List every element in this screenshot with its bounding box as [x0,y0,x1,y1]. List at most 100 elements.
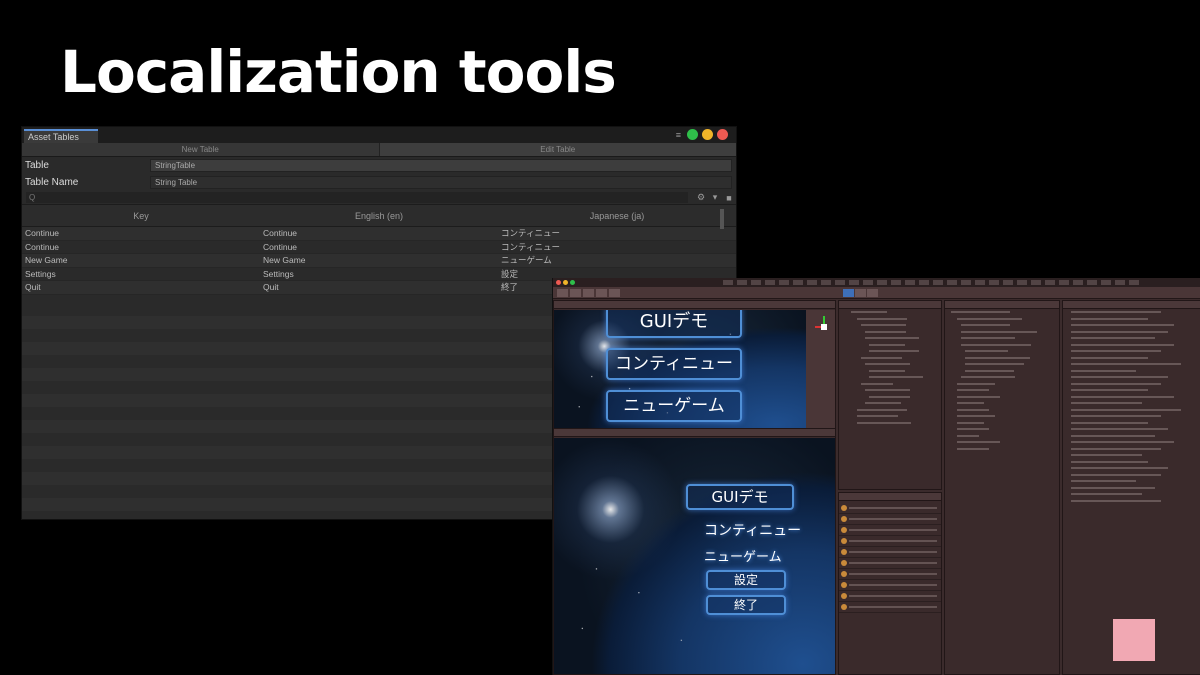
cell-key[interactable]: Quit [22,282,260,292]
warning-icon [841,560,847,566]
hierarchy-header [839,301,941,309]
scene-view-panel: GUIデモ コンティニュー ニューゲーム [553,300,836,430]
slide-title: Localization tools [60,38,617,106]
settings-icon[interactable]: ⚙ [694,192,708,203]
minimize-button[interactable] [563,280,568,285]
asset-tables-toolbar: New Table Edit Table [22,143,736,157]
cell-key[interactable]: Continue [22,228,260,238]
step-button[interactable] [867,289,878,297]
move-tool-button[interactable] [570,289,581,297]
warning-icon [841,593,847,599]
table-label: Table [25,160,49,171]
table-name-input[interactable]: String Table [150,176,732,189]
console-log-list[interactable] [839,503,941,613]
new-game-button[interactable]: ニューゲーム [704,546,782,565]
scrollbar[interactable] [720,209,724,229]
search-input[interactable]: Q [26,192,688,203]
cell-japanese[interactable]: コンティニュー [498,241,736,253]
settings-button[interactable]: 設定 [706,570,786,590]
cell-english[interactable]: Continue [260,228,498,238]
table-dropdown[interactable]: StringTable [150,159,732,172]
close-button[interactable] [717,129,728,140]
warning-icon [841,516,847,522]
column-header-english[interactable]: English (en) [260,211,498,221]
continue-button[interactable]: コンティニュー [704,520,801,540]
scene-gizmo-area [806,310,835,429]
gui-demo-label: GUIデモ [606,310,742,338]
zoom-button[interactable] [687,129,698,140]
console-log-row[interactable] [839,558,941,569]
warning-icon [841,527,847,533]
table-row[interactable]: Continue Continue コンティニュー [22,241,736,254]
cell-key[interactable]: Continue [22,242,260,252]
zoom-button[interactable] [570,280,575,285]
console-log-row[interactable] [839,602,941,613]
table-row[interactable]: Continue Continue コンティニュー [22,227,736,241]
cell-english[interactable]: Settings [260,269,498,279]
project-panel [944,300,1060,675]
new-table-tab[interactable]: New Table [22,143,379,156]
project-header [945,301,1059,309]
table-name-label: Table Name [25,177,79,188]
console-log-row[interactable] [839,503,941,514]
cell-key[interactable]: Settings [22,269,260,279]
game-viewport[interactable]: GUIデモ コンティニュー ニューゲーム 設定 終了 [554,438,835,674]
scene-view-header [554,301,835,309]
cell-english[interactable]: New Game [260,255,498,265]
console-log-row[interactable] [839,569,941,580]
warning-icon [841,571,847,577]
console-log-row[interactable] [839,536,941,547]
color-swatch [1113,619,1155,661]
hierarchy-panel [838,300,942,490]
search-bar: Q ⚙ ▾ ■ [22,191,736,205]
console-log-row[interactable] [839,580,941,591]
cell-japanese[interactable]: ニューゲーム [498,254,736,266]
lock-icon[interactable]: ■ [722,193,736,203]
rotate-tool-button[interactable] [583,289,594,297]
table-row[interactable]: New Game New Game ニューゲーム [22,254,736,268]
console-log-row[interactable] [839,525,941,536]
cell-japanese[interactable]: コンティニュー [498,227,736,239]
cell-english[interactable]: Quit [260,282,498,292]
column-header-key[interactable]: Key [22,211,260,221]
menu-icon[interactable]: ≡ [676,130,681,140]
play-button[interactable] [843,289,854,297]
cell-english[interactable]: Continue [260,242,498,252]
minimize-button[interactable] [702,129,713,140]
console-log-row[interactable] [839,514,941,525]
rect-tool-button[interactable] [609,289,620,297]
scale-tool-button[interactable] [596,289,607,297]
starfield [554,438,835,674]
warning-icon [841,538,847,544]
hierarchy-tree[interactable] [839,311,941,489]
scene-gizmo-icon[interactable] [815,314,833,354]
warning-icon [841,505,847,511]
editor-toolbar [553,287,1200,299]
edit-table-tab[interactable]: Edit Table [378,143,736,156]
column-header-japanese[interactable]: Japanese (ja) [498,211,736,221]
editor-titlebar [553,278,1200,287]
play-controls [843,289,878,297]
unity-editor-window: GUIデモ コンティニュー ニューゲーム GUIデモ コンティニュー ニューゲー… [552,278,1200,675]
console-panel [838,492,942,675]
console-log-row[interactable] [839,547,941,558]
editor-window-title [723,280,1140,285]
project-tree[interactable] [945,311,1059,674]
game-view-panel: GUIデモ コンティニュー ニューゲーム 設定 終了 [553,428,836,675]
dropdown-icon[interactable]: ▾ [708,192,722,203]
pause-button[interactable] [855,289,866,297]
hand-tool-button[interactable] [557,289,568,297]
game-view-header [554,429,835,437]
close-button[interactable] [556,280,561,285]
tab-asset-tables[interactable]: Asset Tables [24,129,98,143]
scene-viewport[interactable]: GUIデモ コンティニュー ニューゲーム [554,310,806,429]
window-controls [556,280,575,285]
cell-key[interactable]: New Game [22,255,260,265]
console-log-row[interactable] [839,591,941,602]
quit-button[interactable]: 終了 [706,595,786,615]
table-name-field: Table Name String Table [22,174,736,191]
continue-button[interactable]: コンティニュー [606,348,742,380]
window-titlebar: Asset Tables ≡ [22,127,736,143]
warning-icon [841,549,847,555]
new-game-button[interactable]: ニューゲーム [606,390,742,422]
